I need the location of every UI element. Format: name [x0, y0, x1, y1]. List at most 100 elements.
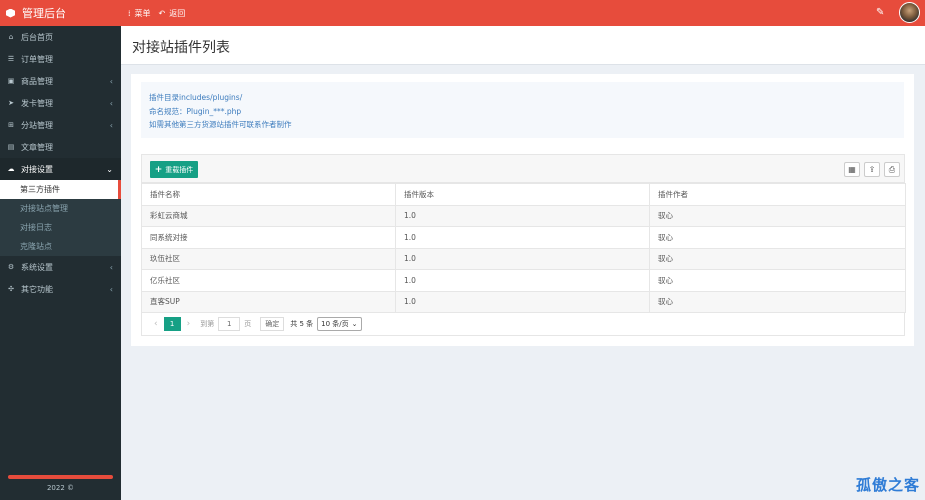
sidebar-item-label: 对接设置: [21, 164, 53, 174]
sidebar-subitem-logs[interactable]: 对接日志: [0, 218, 121, 237]
note-line: 插件目录includes/plugins/: [149, 93, 243, 102]
avatar[interactable]: [899, 2, 920, 23]
sidebar-item-products[interactable]: ▣ 商品管理 ‹: [0, 70, 121, 92]
back-label: 返回: [169, 8, 186, 18]
info-note: 插件目录includes/plugins/ 命名规范：Plugin_***.ph…: [141, 82, 904, 138]
pagination: ‹ 1 › 到第 1 页 确定 共 5 条 10 条/页 ⌄: [141, 313, 905, 336]
note-line: 命名规范：Plugin_***.php: [149, 106, 242, 116]
send-icon: ➤: [8, 99, 14, 107]
chevron-left-icon: ‹: [109, 120, 113, 130]
column-header[interactable]: 插件作者: [649, 183, 906, 206]
plugin-name-cell: 同系统对接: [141, 226, 396, 249]
note-line: 如需其他第三方货源站插件可联系作者制作: [149, 120, 292, 129]
back-button[interactable]: ↶ 返回: [159, 8, 186, 19]
chevron-down-icon: ⌄: [351, 320, 358, 328]
plugin-name-cell: 玖伍社区: [141, 247, 396, 270]
sidebar-subitem-sites[interactable]: 对接站点管理: [0, 199, 121, 218]
sidebar-subitem-label: 对接站点管理: [20, 204, 68, 213]
sidebar-item-home[interactable]: ⌂ 后台首页: [0, 26, 121, 48]
sidebar-item-label: 商品管理: [21, 76, 53, 86]
article-icon: ▤: [7, 143, 15, 151]
print-icon[interactable]: ⎙: [884, 162, 900, 177]
sidebar-item-orders[interactable]: ☰ 订单管理: [0, 48, 121, 70]
sidebar-item-connect[interactable]: ☁ 对接设置 ⌄: [0, 158, 121, 180]
logo-icon: [6, 8, 15, 18]
plugin-icon: ✣: [8, 285, 14, 293]
watermark: 孤傲之客: [856, 476, 921, 494]
sidebar-item-label: 订单管理: [21, 54, 53, 64]
prev-page-icon[interactable]: ‹: [154, 319, 158, 329]
goto-label: 到第: [200, 320, 215, 328]
total-count: 共 5 条: [290, 320, 314, 328]
sidebar-item-label: 系统设置: [21, 262, 53, 272]
sidebar-subitem-label: 克隆站点: [20, 242, 52, 251]
plugin-version-cell: 1.0: [395, 269, 650, 292]
current-page[interactable]: 1: [163, 317, 181, 331]
table-row[interactable]: 直客SUP 1.0 驭心: [141, 290, 906, 313]
home-icon: ⌂: [8, 33, 14, 41]
plugin-table-panel: + 重载插件 ▦ ⇪ ⎙ 插件名称 插件版本 插件作者 彩虹云商城 1.0 驭心: [141, 154, 906, 336]
next-page-icon[interactable]: ›: [187, 319, 191, 329]
gear-icon: ⚙: [7, 263, 15, 271]
sidebar-item-other[interactable]: ✣ 其它功能 ‹: [0, 278, 121, 300]
export-icon[interactable]: ⇪: [864, 162, 880, 177]
sidebar-item-articles[interactable]: ▤ 文章管理: [0, 136, 121, 158]
table-row[interactable]: 亿乐社区 1.0 驭心: [141, 269, 906, 292]
wrench-icon[interactable]: ✎: [876, 7, 884, 18]
table-header-row: 插件名称 插件版本 插件作者: [141, 183, 906, 206]
app-title: 管理后台: [22, 7, 66, 20]
table-row[interactable]: 彩虹云商城 1.0 驭心: [141, 204, 906, 227]
sidebar-item-label: 其它功能: [21, 284, 53, 294]
plugin-author-cell: 驭心: [649, 247, 906, 270]
chevron-left-icon: ‹: [109, 262, 113, 272]
page-size-value: 10 条/页: [321, 320, 349, 328]
page-unit-label: 页: [244, 320, 252, 328]
sidebar-item-label: 文章管理: [21, 142, 53, 152]
content-header: 对接站插件列表: [121, 26, 925, 65]
plugin-version-cell: 1.0: [395, 290, 650, 313]
sidebar-subitem-clone[interactable]: 克隆站点: [0, 237, 121, 256]
plugin-table: 插件名称 插件版本 插件作者 彩虹云商城 1.0 驭心 同系统对接 1.0 驭心…: [141, 183, 906, 313]
goto-confirm-button[interactable]: 确定: [260, 317, 285, 331]
table-row[interactable]: 玖伍社区 1.0 驭心: [141, 247, 906, 270]
sidebar-item-cards[interactable]: ➤ 发卡管理 ‹: [0, 92, 121, 114]
menu-icon: ⁞: [128, 8, 131, 18]
plugin-author-cell: 驭心: [649, 204, 906, 227]
sidebar-subitem-label: 第三方插件: [20, 185, 60, 194]
chevron-left-icon: ‹: [109, 76, 113, 86]
page-size-select[interactable]: 10 条/页 ⌄: [317, 317, 362, 331]
brand[interactable]: 管理后台: [0, 0, 121, 26]
sidebar-subitem-label: 对接日志: [20, 223, 52, 232]
chevron-left-icon: ‹: [109, 284, 113, 294]
chevron-down-icon: ⌄: [106, 164, 113, 174]
menu-label: 菜单: [134, 8, 151, 18]
menu-button[interactable]: ⁞ 菜单: [128, 8, 151, 19]
reload-label: 重载插件: [165, 165, 194, 174]
reload-plugins-button[interactable]: + 重载插件: [150, 161, 198, 178]
plugin-author-cell: 驭心: [649, 269, 906, 292]
sidebar-subitem-plugins[interactable]: 第三方插件: [0, 180, 121, 199]
page-title: 对接站插件列表: [132, 40, 230, 56]
sidebar-item-system[interactable]: ⚙ 系统设置 ‹: [0, 256, 121, 278]
plugin-name-cell: 彩虹云商城: [141, 204, 396, 227]
shop-icon: ▣: [7, 77, 15, 85]
plugin-name-cell: 亿乐社区: [141, 269, 396, 292]
column-header[interactable]: 插件版本: [395, 183, 650, 206]
goto-page-input[interactable]: 1: [218, 317, 241, 331]
plugin-author-cell: 驭心: [649, 290, 906, 313]
sidebar-item-substations[interactable]: ⊞ 分站管理 ‹: [0, 114, 121, 136]
sidebar-item-label: 发卡管理: [21, 98, 53, 108]
top-nav: ⁞ 菜单 ↶ 返回: [128, 0, 193, 26]
columns-icon[interactable]: ▦: [844, 162, 860, 177]
table-toolbar: + 重载插件 ▦ ⇪ ⎙: [141, 154, 905, 183]
sidebar: ⌂ 后台首页 ☰ 订单管理 ▣ 商品管理 ‹ ➤ 发卡管理 ‹ ⊞ 分站管理 ‹…: [0, 26, 121, 500]
plugin-version-cell: 1.0: [395, 226, 650, 249]
sidebar-submenu: 第三方插件 对接站点管理 对接日志 克隆站点: [0, 180, 121, 256]
plugin-author-cell: 驭心: [649, 226, 906, 249]
column-header[interactable]: 插件名称: [141, 183, 396, 206]
top-bar: 管理后台 ⁞ 菜单 ↶ 返回 ✎: [0, 0, 925, 26]
table-row[interactable]: 同系统对接 1.0 驭心: [141, 226, 906, 249]
plus-icon: +: [154, 164, 163, 175]
connect-icon: ☁: [7, 165, 15, 173]
plugin-version-cell: 1.0: [395, 204, 650, 227]
